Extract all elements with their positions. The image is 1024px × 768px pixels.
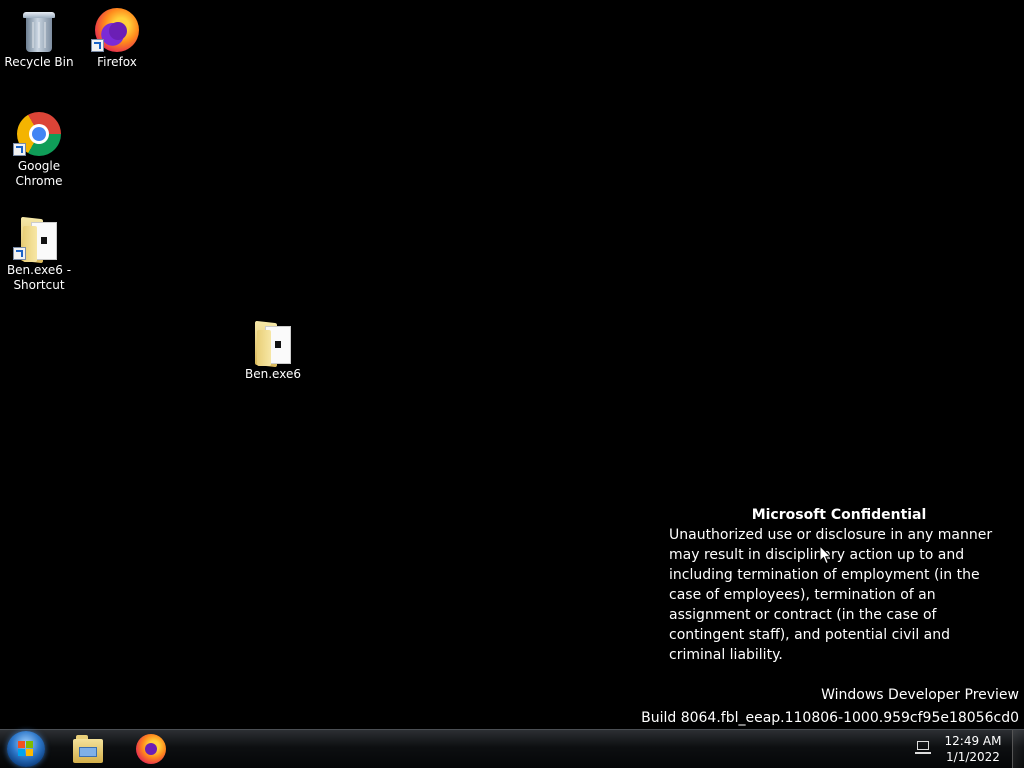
folder-icon <box>13 214 63 264</box>
firefox-icon <box>136 734 166 764</box>
taskbar-clock[interactable]: 12:49 AM 1/1/2022 <box>940 733 1006 765</box>
desktop-icon-recycle-bin[interactable]: Recycle Bin <box>1 6 77 70</box>
shortcut-arrow-icon <box>13 247 26 260</box>
network-icon[interactable] <box>915 741 931 755</box>
desktop-icon-label: Ben.exe6 <box>245 367 301 381</box>
file-explorer-icon <box>73 735 103 763</box>
taskbar-file-explorer-button[interactable] <box>65 731 111 767</box>
confidential-watermark: Microsoft Confidential Unauthorized use … <box>669 505 1009 665</box>
desktop-icon-firefox[interactable]: Firefox <box>79 6 155 70</box>
shortcut-arrow-icon <box>91 39 104 52</box>
watermark-title: Microsoft Confidential <box>751 507 927 523</box>
windows-logo-icon <box>18 741 34 757</box>
taskbar: 12:49 AM 1/1/2022 <box>0 729 1024 768</box>
shortcut-arrow-icon <box>13 143 26 156</box>
desktop-icon-label: Firefox <box>97 55 137 69</box>
desktop-icon-google-chrome[interactable]: Google Chrome <box>1 110 77 189</box>
chrome-icon <box>13 110 63 158</box>
clock-date: 1/1/2022 <box>946 750 1000 764</box>
desktop-icon-label: Recycle Bin <box>4 55 74 69</box>
desktop[interactable]: Recycle Bin Firefox Google Chrome Ben.ex… <box>0 0 1024 729</box>
edition-label: Windows Developer Preview <box>821 687 1019 703</box>
desktop-icon-ben-folder[interactable]: Ben.exe6 <box>235 318 311 382</box>
desktop-icon-ben-shortcut[interactable]: Ben.exe6 - Shortcut <box>1 214 77 293</box>
build-label: Build 8064.fbl_eeap.110806-1000.959cf95e… <box>641 710 1019 726</box>
clock-time: 12:49 AM <box>944 734 1002 748</box>
firefox-icon <box>91 6 141 54</box>
build-watermark: Windows Developer Preview Build 8064.fbl… <box>641 684 1019 730</box>
start-button[interactable] <box>7 731 45 767</box>
folder-icon <box>249 318 297 368</box>
show-desktop-button[interactable] <box>1012 730 1024 768</box>
desktop-icon-label: Ben.exe6 - Shortcut <box>6 263 72 292</box>
recycle-bin-icon <box>15 6 63 54</box>
taskbar-firefox-button[interactable] <box>128 731 174 767</box>
desktop-icon-label: Google Chrome <box>15 159 63 188</box>
